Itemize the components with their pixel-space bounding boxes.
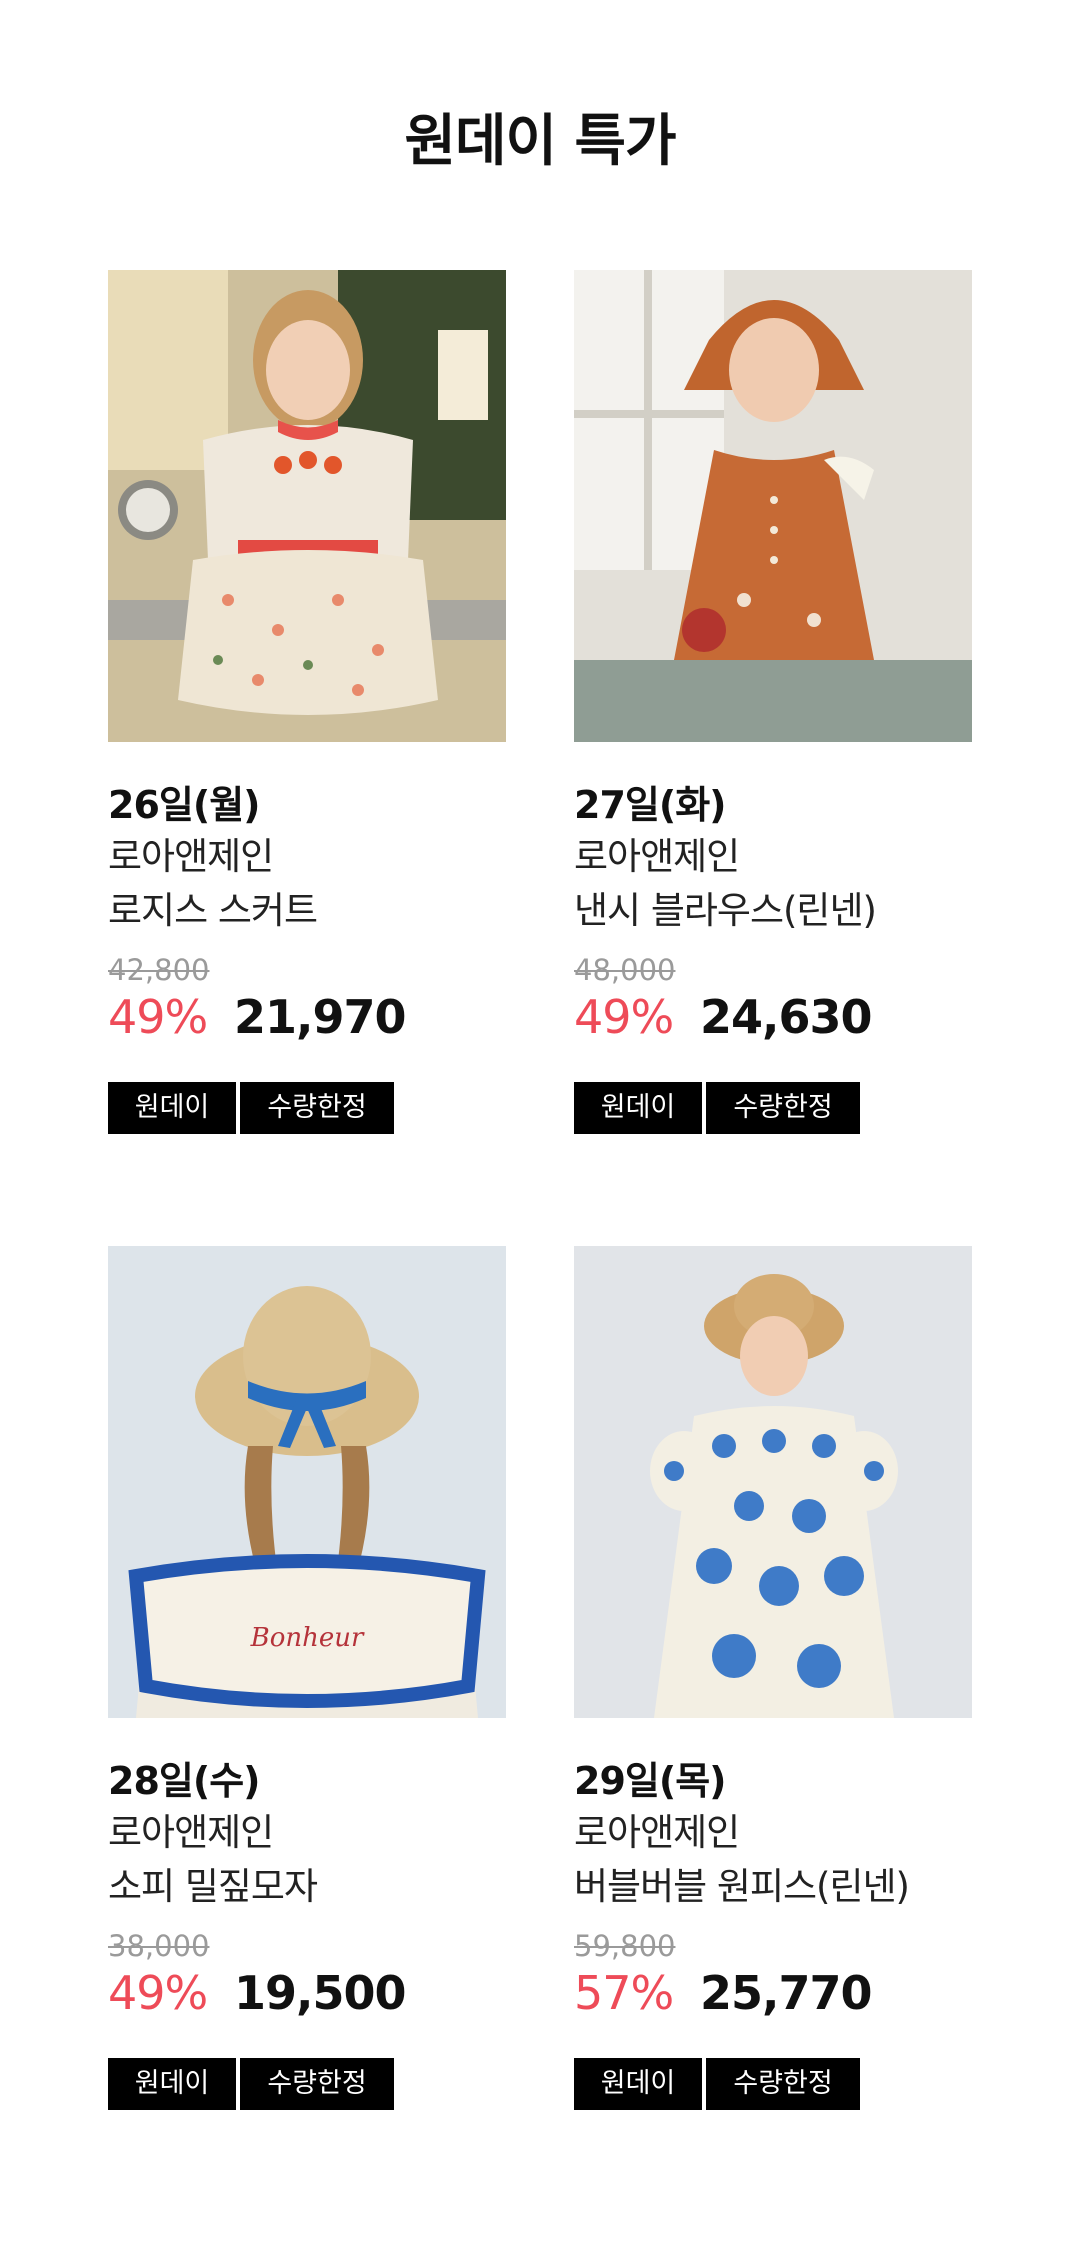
product-name[interactable]: 소피 밀짚모자 — [108, 1860, 506, 1914]
discount-rate: 57% — [574, 1966, 674, 2020]
product-card[interactable]: 27일(화) 로아앤제인 낸시 블라우스(린넨) 48,000 49% 24,6… — [574, 270, 972, 1134]
sale-price: 24,630 — [700, 990, 873, 1044]
brand-name: 로아앤제인 — [108, 835, 274, 878]
sale-date: 29일(목) — [574, 1759, 727, 1803]
original-price: 42,800 — [108, 953, 210, 987]
original-price: 38,000 — [108, 1929, 210, 1963]
tag-list: 원데이 수량한정 — [108, 1082, 506, 1134]
product-image-dress[interactable] — [574, 1246, 972, 1718]
tag-limited[interactable]: 수량한정 — [706, 1082, 860, 1134]
sale-date: 26일(월) — [108, 783, 261, 827]
tag-limited[interactable]: 수량한정 — [240, 1082, 394, 1134]
brand-name: 로아앤제인 — [574, 1811, 740, 1854]
original-price: 48,000 — [574, 953, 676, 987]
price-line: 49% 21,970 — [108, 990, 506, 1044]
price-line: 49% 19,500 — [108, 1966, 506, 2020]
product-card[interactable]: Bonheur 28일(수) 로아앤제인 소피 밀짚모자 38,000 49% … — [108, 1246, 506, 2110]
product-name[interactable]: 버블버블 원피스(린넨) — [574, 1860, 972, 1914]
tag-list: 원데이 수량한정 — [108, 2058, 506, 2110]
tag-oneday[interactable]: 원데이 — [108, 2058, 236, 2110]
tag-limited[interactable]: 수량한정 — [706, 2058, 860, 2110]
product-name[interactable]: 로지스 스커트 — [108, 884, 506, 938]
brand-name: 로아앤제인 — [574, 835, 740, 878]
sale-date: 27일(화) — [574, 783, 727, 827]
tag-oneday[interactable]: 원데이 — [574, 2058, 702, 2110]
original-price: 59,800 — [574, 1929, 676, 1963]
sale-price: 19,500 — [234, 1966, 407, 2020]
discount-rate: 49% — [574, 990, 674, 1044]
tag-list: 원데이 수량한정 — [574, 2058, 972, 2110]
tag-limited[interactable]: 수량한정 — [240, 2058, 394, 2110]
tag-oneday[interactable]: 원데이 — [108, 1082, 236, 1134]
page-title: 원데이 특가 — [404, 109, 676, 174]
discount-rate: 49% — [108, 1966, 208, 2020]
sale-price: 25,770 — [700, 1966, 873, 2020]
discount-rate: 49% — [108, 990, 208, 1044]
product-card[interactable]: 26일(월) 로아앤제인 로지스 스커트 42,800 49% 21,970 원… — [108, 270, 506, 1134]
sale-price: 21,970 — [234, 990, 407, 1044]
product-image-blouse[interactable] — [574, 270, 972, 742]
brand-name: 로아앤제인 — [108, 1811, 274, 1854]
tag-list: 원데이 수량한정 — [574, 1082, 972, 1134]
sale-date: 28일(수) — [108, 1759, 261, 1803]
oneday-sale-page: 원데이 특가 26일(월) 로아앤제인 로지스 스커트 42,800 49% 2… — [0, 0, 1080, 2243]
product-card[interactable]: 29일(목) 로아앤제인 버블버블 원피스(린넨) 59,800 57% 25,… — [574, 1246, 972, 2110]
price-line: 57% 25,770 — [574, 1966, 972, 2020]
svg-text:Bonheur: Bonheur — [250, 1623, 365, 1653]
tag-oneday[interactable]: 원데이 — [574, 1082, 702, 1134]
product-image-skirt[interactable] — [108, 270, 506, 742]
price-line: 49% 24,630 — [574, 990, 972, 1044]
product-name[interactable]: 낸시 블라우스(린넨) — [574, 884, 972, 938]
product-image-straw-hat[interactable]: Bonheur — [108, 1246, 506, 1718]
